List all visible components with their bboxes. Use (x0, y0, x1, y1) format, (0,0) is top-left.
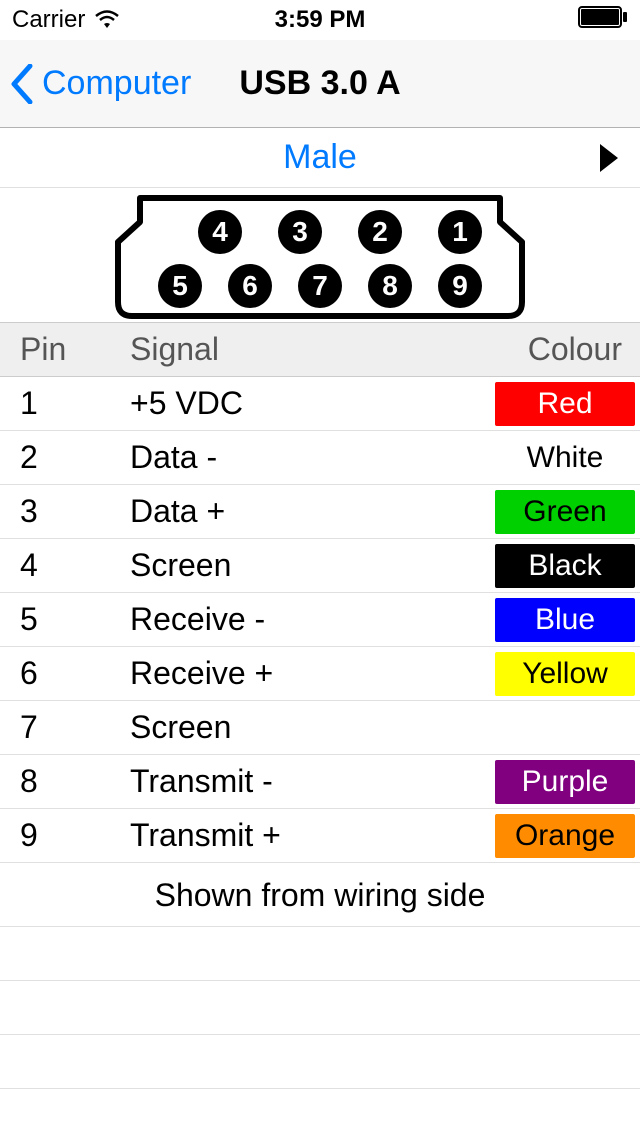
chevron-right-icon (600, 144, 618, 172)
connector-svg: 4 3 2 1 5 6 7 8 9 (110, 192, 530, 322)
table-header-row: Pin Signal Colour (0, 323, 640, 377)
table-row: 9Transmit +Orange (0, 809, 640, 863)
cell-colour: Green (490, 485, 640, 539)
cell-pin: 1 (0, 377, 130, 431)
svg-text:6: 6 (242, 270, 258, 301)
table-row: 5Receive -Blue (0, 593, 640, 647)
page-title: USB 3.0 A (239, 64, 400, 103)
cell-signal: Receive - (130, 593, 490, 647)
gender-selector[interactable]: Male (0, 128, 640, 188)
svg-text:9: 9 (452, 270, 468, 301)
table-row: 2Data -White (0, 431, 640, 485)
cell-pin: 6 (0, 647, 130, 701)
cell-signal: Transmit + (130, 809, 490, 863)
blank-row (0, 981, 640, 1035)
colour-chip: White (495, 436, 635, 480)
pin-circle-5: 5 (158, 264, 202, 308)
table-row: 6Receive +Yellow (0, 647, 640, 701)
chevron-left-icon (10, 64, 34, 104)
status-time: 3:59 PM (275, 6, 366, 34)
cell-pin: 7 (0, 701, 130, 755)
table-row: 8Transmit -Purple (0, 755, 640, 809)
svg-text:5: 5 (172, 270, 188, 301)
colour-chip: Orange (495, 814, 635, 858)
pin-circle-4: 4 (198, 210, 242, 254)
cell-pin: 5 (0, 593, 130, 647)
cell-colour: Yellow (490, 647, 640, 701)
svg-text:2: 2 (372, 216, 388, 247)
colour-chip: Blue (495, 598, 635, 642)
status-bar: Carrier 3:59 PM (0, 0, 640, 40)
svg-text:4: 4 (212, 216, 228, 247)
svg-text:8: 8 (382, 270, 398, 301)
cell-colour: Black (490, 539, 640, 593)
cell-signal: Data + (130, 485, 490, 539)
gender-label: Male (283, 138, 357, 177)
svg-text:1: 1 (452, 216, 468, 247)
table-row: 4ScreenBlack (0, 539, 640, 593)
pinout-table: Pin Signal Colour 1+5 VDCRed2Data -White… (0, 322, 640, 863)
cell-signal: +5 VDC (130, 377, 490, 431)
cell-signal: Data - (130, 431, 490, 485)
battery-icon (578, 6, 628, 28)
wifi-icon (93, 10, 121, 30)
connector-diagram: 4 3 2 1 5 6 7 8 9 (0, 188, 640, 322)
colour-chip: Red (495, 382, 635, 426)
header-colour: Colour (490, 323, 640, 377)
nav-bar: Computer USB 3.0 A (0, 40, 640, 128)
cell-pin: 2 (0, 431, 130, 485)
cell-colour: Orange (490, 809, 640, 863)
pin-circle-1: 1 (438, 210, 482, 254)
status-right (578, 6, 628, 35)
cell-colour: Blue (490, 593, 640, 647)
status-left: Carrier (12, 6, 121, 34)
svg-text:3: 3 (292, 216, 308, 247)
blank-row (0, 1035, 640, 1089)
colour-chip: Yellow (495, 652, 635, 696)
header-pin: Pin (0, 323, 130, 377)
cell-signal: Receive + (130, 647, 490, 701)
cell-pin: 3 (0, 485, 130, 539)
cell-colour: Red (490, 377, 640, 431)
pin-circle-6: 6 (228, 264, 272, 308)
colour-chip: Purple (495, 760, 635, 804)
table-row: 1+5 VDCRed (0, 377, 640, 431)
pin-circle-3: 3 (278, 210, 322, 254)
cell-colour: Purple (490, 755, 640, 809)
pin-circle-9: 9 (438, 264, 482, 308)
footer-note: Shown from wiring side (0, 863, 640, 927)
table-row: 3Data +Green (0, 485, 640, 539)
header-signal: Signal (130, 323, 490, 377)
cell-signal: Transmit - (130, 755, 490, 809)
cell-colour: White (490, 431, 640, 485)
blank-row (0, 927, 640, 981)
back-label: Computer (42, 64, 191, 103)
table-row: 7Screen (0, 701, 640, 755)
cell-signal: Screen (130, 701, 490, 755)
cell-colour (490, 701, 640, 755)
cell-pin: 4 (0, 539, 130, 593)
cell-signal: Screen (130, 539, 490, 593)
pin-circle-8: 8 (368, 264, 412, 308)
colour-chip: Green (495, 490, 635, 534)
pin-circle-2: 2 (358, 210, 402, 254)
pin-circle-7: 7 (298, 264, 342, 308)
carrier-label: Carrier (12, 6, 85, 34)
back-button[interactable]: Computer (0, 64, 191, 104)
cell-pin: 9 (0, 809, 130, 863)
svg-text:7: 7 (312, 270, 328, 301)
cell-pin: 8 (0, 755, 130, 809)
colour-chip: Black (495, 544, 635, 588)
